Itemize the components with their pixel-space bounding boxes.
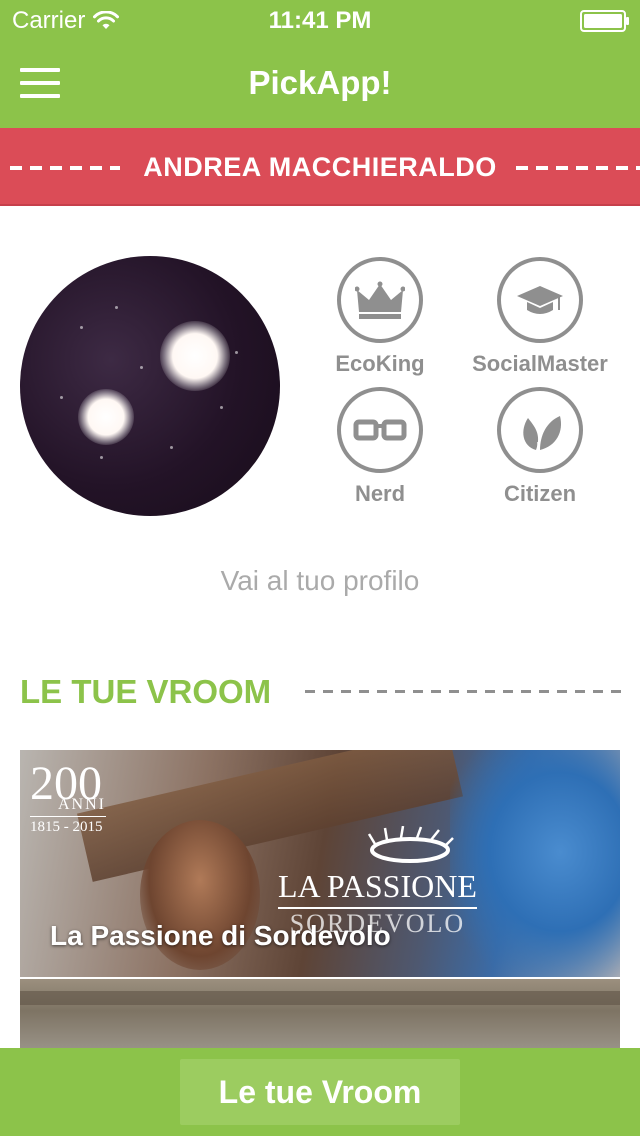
- badge-label: SocialMaster: [472, 351, 608, 376]
- anniversary-years: 1815 - 2015: [30, 816, 106, 836]
- badge-label: EcoKing: [335, 351, 425, 376]
- crown-of-thorns-icon: [367, 826, 454, 863]
- avatar-light-spot: [160, 321, 230, 391]
- status-bar: Carrier 11:41 PM: [0, 0, 640, 40]
- badge-ring: [337, 387, 423, 473]
- avatar-light-spot: [78, 389, 134, 445]
- badge-ring: [497, 387, 583, 473]
- event-card[interactable]: [20, 979, 620, 1059]
- bottom-bar: Le tue Vroom: [0, 1048, 640, 1136]
- section-title: LE TUE VROOM: [20, 673, 272, 710]
- banner-dashes-right: [516, 166, 640, 170]
- profile-link[interactable]: Vai al tuo profilo: [0, 565, 640, 597]
- app-title: PickApp!: [248, 64, 392, 101]
- badge-label: Citizen: [503, 481, 577, 506]
- anniversary-logo: 200 ANNI 1815 - 2015: [30, 760, 106, 836]
- badge-nerd[interactable]: Nerd: [290, 387, 470, 507]
- avatar[interactable]: [20, 256, 280, 516]
- battery-icon: [580, 10, 629, 32]
- graduation-cap-icon: [517, 286, 563, 314]
- badge-ring: [497, 257, 583, 343]
- poster-robe-shape: [450, 750, 620, 977]
- crown-icon: [355, 281, 405, 319]
- anniversary-word: ANNI: [58, 796, 106, 813]
- glasses-icon: [353, 419, 407, 441]
- navigation-bar: PickApp!: [0, 40, 640, 128]
- badge-label: Nerd: [354, 481, 406, 506]
- status-time: 11:41 PM: [268, 7, 372, 34]
- badge-ring: [337, 257, 423, 343]
- badge-citizen[interactable]: Citizen: [450, 387, 630, 507]
- poster-beam-shape: [20, 991, 620, 1005]
- event-card[interactable]: 200 ANNI 1815 - 2015 LA PASSIONE SORDEVO…: [20, 750, 620, 977]
- section-divider: [305, 690, 625, 693]
- vroom-button[interactable]: Le tue Vroom: [180, 1059, 460, 1125]
- event-title: La Passione di Sordevolo: [50, 920, 391, 951]
- brand-main: LA PASSIONE: [278, 868, 477, 909]
- user-name-banner: ANDREA MACCHIERALDO: [0, 128, 640, 206]
- badge-socialmaster[interactable]: SocialMaster: [450, 257, 630, 377]
- leaf-icon: [523, 416, 562, 450]
- badge-ecoking[interactable]: EcoKing: [290, 257, 470, 377]
- top-bar: Carrier 11:41 PM PickApp!: [0, 0, 640, 128]
